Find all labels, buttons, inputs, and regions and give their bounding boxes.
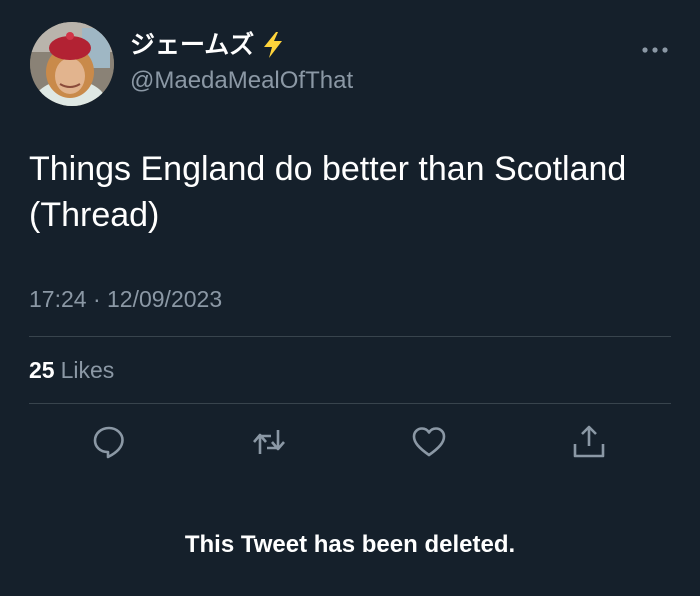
reply-icon[interactable]: [91, 424, 127, 460]
tweet-text: Things England do better than Scotland (…: [29, 150, 627, 234]
display-name[interactable]: ジェームズ: [130, 30, 286, 60]
likes-count: 25: [29, 357, 55, 383]
lightning-bolt-icon: [260, 31, 286, 59]
more-options-icon[interactable]: [640, 40, 670, 60]
divider: [29, 403, 671, 404]
user-handle[interactable]: @MaedaMealOfThat: [130, 67, 353, 95]
heart-icon[interactable]: [411, 424, 447, 460]
likes-stat[interactable]: 25 Likes: [29, 356, 114, 384]
retweet-icon[interactable]: [251, 424, 287, 460]
avatar[interactable]: [30, 22, 114, 106]
tweet-timestamp[interactable]: 17:24 · 12/09/2023: [29, 285, 222, 313]
deleted-notice: This Tweet has been deleted.: [184, 531, 516, 558]
divider: [29, 336, 671, 337]
share-icon[interactable]: [571, 424, 607, 460]
tweet-card: ジェームズ @MaedaMealOfThat Things England do…: [0, 0, 700, 596]
display-name-text: ジェームズ: [130, 30, 255, 59]
likes-label: Likes: [60, 357, 115, 383]
